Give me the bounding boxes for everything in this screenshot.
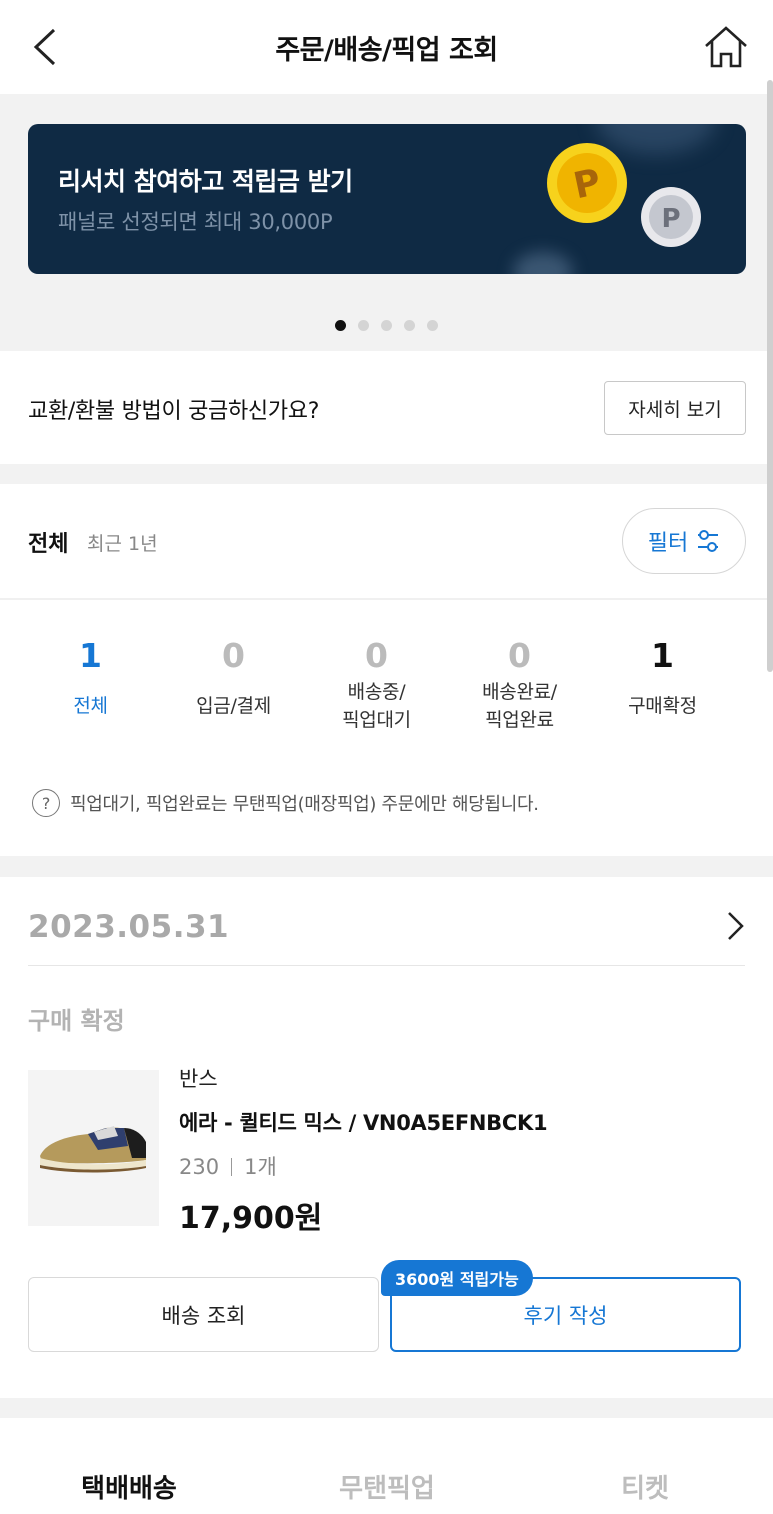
pickup-notice: ? 픽업대기, 픽업완료는 무탠픽업(매장픽업) 주문에만 해당됩니다. — [32, 789, 539, 817]
delivery-type-tabs: 택배배송 무탠픽업 티켓 — [0, 1418, 773, 1514]
sliders-icon — [698, 530, 719, 552]
product-price: 17,900원 — [179, 1201, 323, 1236]
stat-label: 전체 — [73, 695, 108, 717]
carousel-dot[interactable] — [427, 320, 438, 331]
notice-text: 픽업대기, 픽업완료는 무탠픽업(매장픽업) 주문에만 해당됩니다. — [70, 794, 539, 815]
stat-label: 배송완료/픽업완료 — [482, 681, 557, 731]
tab-parcel-delivery[interactable]: 택배배송 — [0, 1468, 258, 1505]
tab-store-pickup[interactable]: 무탠픽업 — [258, 1468, 516, 1505]
product-options: 230 1개 — [179, 1151, 277, 1181]
product-brand: 반스 — [179, 1067, 218, 1091]
divider — [28, 965, 745, 966]
stat-count: 1 — [79, 636, 102, 675]
stat-label: 입금/결제 — [196, 695, 271, 717]
stat-count: 0 — [222, 636, 245, 675]
stat-all[interactable]: 1 전체 — [19, 636, 162, 720]
filter-label: 필터 — [647, 531, 689, 556]
carousel-indicator — [0, 316, 773, 335]
promo-banner-carousel: 리서치 참여하고 적립금 받기 패널로 선정되면 최대 30,000P P P — [0, 94, 773, 351]
divider — [0, 598, 773, 600]
exchange-refund-section: 교환/환불 방법이 궁금하신가요? 자세히 보기 — [0, 351, 773, 464]
reward-badge: 3600원 적립가능 — [381, 1260, 533, 1296]
stat-label: 구매확정 — [628, 695, 697, 717]
promo-banner[interactable]: 리서치 참여하고 적립금 받기 패널로 선정되면 최대 30,000P P P — [28, 124, 746, 274]
banner-glow — [513, 252, 573, 274]
carousel-dot[interactable] — [335, 320, 346, 331]
stat-label: 배송중/픽업대기 — [342, 681, 411, 731]
track-delivery-button[interactable]: 배송 조회 — [28, 1277, 379, 1352]
question-icon: ? — [32, 789, 60, 817]
home-icon[interactable] — [701, 22, 751, 72]
top-app-bar: 주문/배송/픽업 조회 — [0, 0, 773, 94]
tab-ticket[interactable]: 티켓 — [516, 1468, 773, 1505]
banner-subtitle: 패널로 선정되면 최대 30,000P — [58, 210, 333, 234]
product-thumbnail[interactable] — [28, 1070, 159, 1226]
product-size: 230 — [179, 1155, 220, 1179]
product-name[interactable]: 에라 - 퀼티드 믹스 / VN0A5EFNBCK1 — [179, 1107, 548, 1137]
chevron-right-icon[interactable] — [723, 909, 747, 943]
gold-coin-icon: P — [547, 143, 627, 223]
stat-shipping[interactable]: 0 배송중/픽업대기 — [305, 636, 448, 734]
order-date[interactable]: 2023.05.31 — [28, 909, 229, 945]
view-details-button[interactable]: 자세히 보기 — [604, 381, 746, 435]
exchange-question: 교환/환불 방법이 궁금하신가요? — [28, 399, 320, 424]
stat-confirmed[interactable]: 1 구매확정 — [591, 636, 734, 720]
carousel-dot[interactable] — [358, 320, 369, 331]
filter-button[interactable]: 필터 — [622, 508, 746, 574]
carousel-dot[interactable] — [404, 320, 415, 331]
product-quantity: 1개 — [244, 1155, 277, 1179]
scope-label: 전체 — [28, 532, 69, 557]
coin-label: P — [661, 204, 680, 234]
stat-count: 1 — [651, 636, 674, 675]
scrollbar[interactable] — [767, 80, 773, 672]
banner-title: 리서치 참여하고 적립금 받기 — [58, 167, 353, 196]
order-card: 2023.05.31 구매 확정 반스 에라 - 퀼티드 믹스 / VN0A5E… — [0, 877, 773, 1398]
shoe-image — [40, 1126, 146, 1173]
stat-count: 0 — [508, 636, 531, 675]
silver-coin-icon: P — [641, 187, 701, 247]
order-status-summary: 전체 최근 1년 필터 1 전체 0 입금/결제 0 배송중/픽업대기 0 배송… — [0, 484, 773, 856]
stat-payment[interactable]: 0 입금/결제 — [162, 636, 305, 720]
stat-delivered[interactable]: 0 배송완료/픽업완료 — [448, 636, 591, 734]
page-title: 주문/배송/픽업 조회 — [275, 35, 498, 66]
stat-count: 0 — [365, 636, 388, 675]
period-label: 최근 1년 — [87, 533, 158, 555]
order-status: 구매 확정 — [28, 1007, 125, 1035]
carousel-dot[interactable] — [381, 320, 392, 331]
